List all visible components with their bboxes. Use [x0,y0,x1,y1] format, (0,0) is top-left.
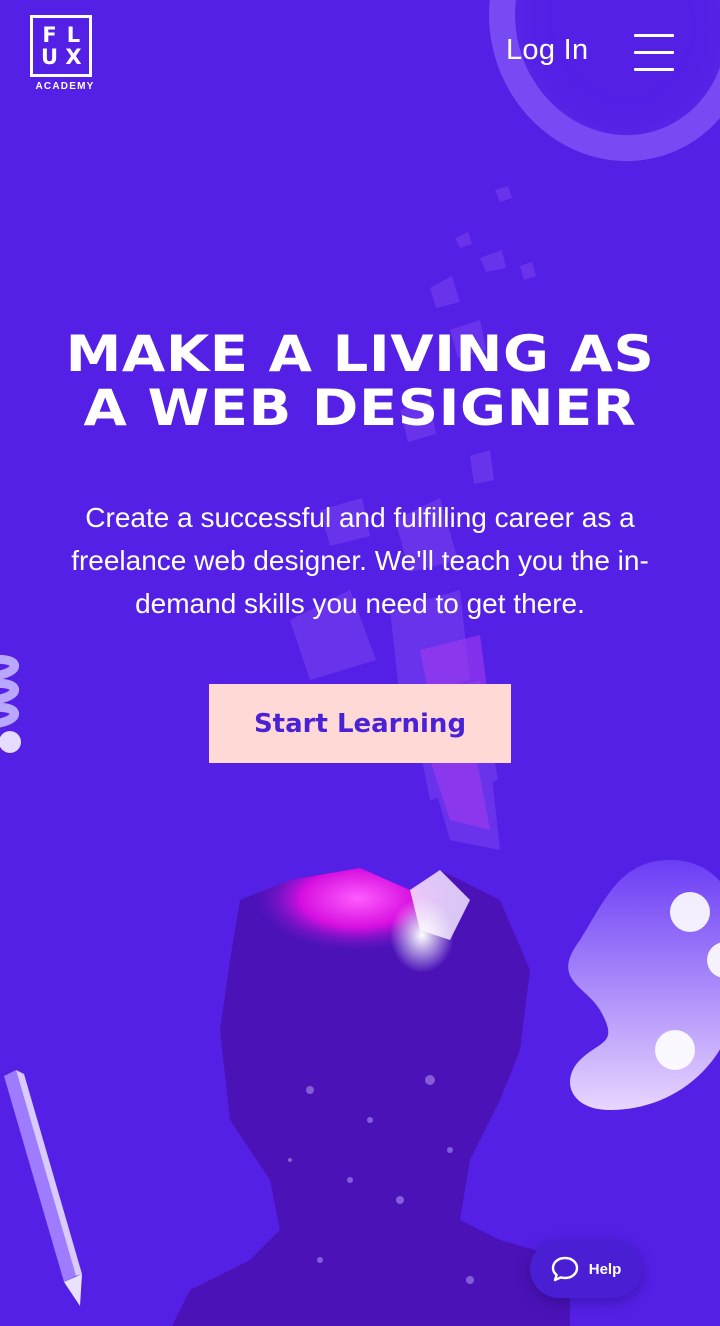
hero-headline: MAKE A LIVING AS A WEB DESIGNER [0,327,720,435]
hamburger-icon[interactable] [634,34,674,72]
help-button[interactable]: Help [530,1240,642,1298]
page: F L U X ACADEMY Log In MAKE A LIVING AS … [0,0,720,1326]
start-learning-button[interactable]: Start Learning [209,684,511,763]
logo-letter: U [40,45,58,69]
decorative-ring [452,0,720,196]
logo-subtitle: ACADEMY [35,81,95,92]
help-label: Help [588,1260,622,1278]
menu-bar [634,34,674,37]
flux-academy-logo[interactable]: F L U X ACADEMY [30,15,98,92]
pencil-shape [4,1070,82,1306]
logo-letter: L [66,23,80,47]
logo-mark: F L U X [30,15,92,77]
chat-bubble-icon [551,1256,578,1282]
hero-subtext: Create a successful and fulfilling caree… [71,502,649,619]
menu-bar [634,68,674,71]
logo-letter: X [65,45,81,69]
crystal-head-statue [170,860,570,1326]
login-link[interactable]: Log In [506,34,588,67]
menu-bar [634,51,674,54]
headline-line-1: MAKE A LIVING AS [65,325,655,383]
headline-line-2: A WEB DESIGNER [83,379,637,437]
logo-letter: F [42,23,56,47]
spring-coil-shape [0,654,21,753]
paint-palette-shape [568,860,720,1110]
